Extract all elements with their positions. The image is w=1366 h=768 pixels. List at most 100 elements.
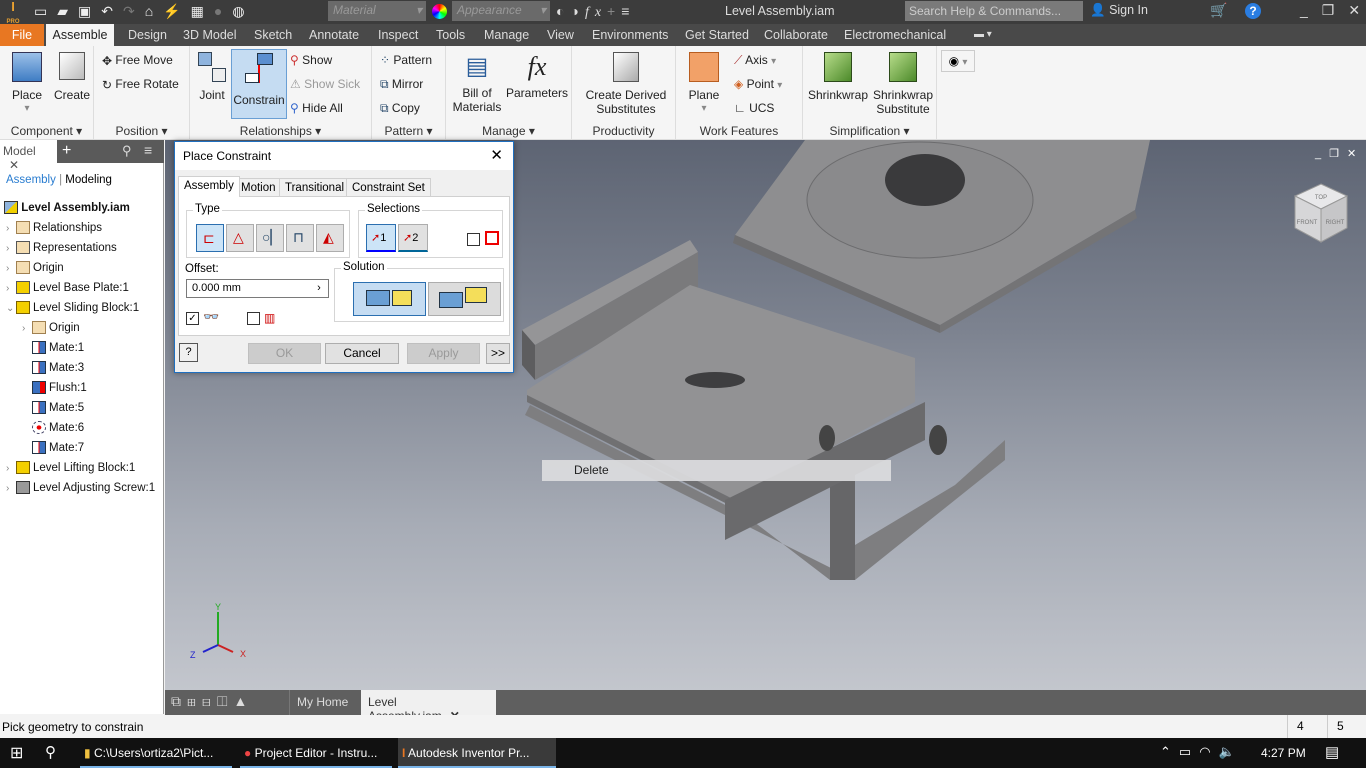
tree-item[interactable]: › Level Adjusting Screw:1 bbox=[6, 478, 155, 498]
notifications-icon[interactable]: ▤ bbox=[1325, 743, 1339, 761]
update-icon[interactable]: ⚡ bbox=[163, 3, 190, 19]
tree-root[interactable]: Level Assembly.iam bbox=[4, 198, 130, 218]
context-menu-delete[interactable]: Delete bbox=[542, 460, 891, 481]
viewport-restore[interactable]: ❐ bbox=[1329, 148, 1347, 160]
pattern-button[interactable]: ⁘ Pattern bbox=[380, 51, 432, 69]
new-icon[interactable]: ▭ bbox=[34, 3, 57, 19]
tab-level-assembly[interactable]: Level Assembly.iam✕ bbox=[361, 690, 496, 723]
plus-icon[interactable]: + bbox=[607, 3, 621, 19]
mode-modeling[interactable]: Modeling bbox=[65, 174, 112, 186]
tab-electromechanical[interactable]: Electromechanical bbox=[842, 24, 948, 46]
chevron-right-icon[interactable]: › bbox=[6, 259, 16, 279]
create-derived-substitutes-button[interactable]: Create Derived Substitutes bbox=[578, 52, 674, 116]
tree-item[interactable]: › Representations bbox=[6, 238, 117, 258]
chevron-down-icon[interactable]: ⌄ bbox=[6, 299, 16, 319]
first-part-checkbox[interactable] bbox=[467, 233, 480, 246]
adjust-icon[interactable]: ◐ bbox=[556, 3, 570, 19]
cart-icon[interactable]: 🛒 bbox=[1210, 2, 1227, 19]
show-button[interactable]: ⚲ Show bbox=[290, 51, 332, 69]
arrange-up-icon[interactable]: ▲ bbox=[233, 693, 253, 709]
tree-item[interactable]: ⌄ Level Sliding Block:1 bbox=[6, 298, 139, 318]
tab-tools[interactable]: Tools bbox=[434, 24, 467, 46]
battery-icon[interactable]: ▭ bbox=[1179, 744, 1199, 759]
shrinkwrap-substitute-button[interactable]: Shrinkwrap Substitute bbox=[871, 52, 935, 116]
restore-button[interactable]: ❐ bbox=[1322, 2, 1349, 18]
mirror-button[interactable]: ⧉ Mirror bbox=[380, 75, 423, 93]
open-icon[interactable]: ▰ bbox=[57, 3, 78, 19]
tab-transitional[interactable]: Transitional bbox=[279, 178, 351, 197]
bill-of-materials-button[interactable]: ▤ Bill of Materials bbox=[450, 52, 504, 114]
type-symmetry-button[interactable]: ◭ bbox=[316, 224, 344, 252]
tab-annotate[interactable]: Annotate bbox=[307, 24, 361, 46]
apply-button[interactable]: Apply bbox=[407, 343, 480, 364]
tab-constraint-set[interactable]: Constraint Set bbox=[346, 178, 431, 197]
fx-icon[interactable]: fx bbox=[585, 5, 607, 20]
axis-button[interactable]: ⟋ Axis ▾ bbox=[734, 51, 776, 69]
copy-button[interactable]: ⧉ Copy bbox=[380, 99, 420, 117]
tree-item[interactable]: › Origin bbox=[22, 318, 80, 338]
tree-item[interactable]: › Level Lifting Block:1 bbox=[6, 458, 135, 478]
lifting-block-part[interactable] bbox=[733, 140, 1150, 333]
minimize-button[interactable]: _ bbox=[1300, 2, 1322, 18]
clear-appearance-icon[interactable]: ◑ bbox=[570, 3, 584, 19]
tab-assemble[interactable]: Assemble bbox=[46, 24, 114, 46]
joint-button[interactable]: Joint bbox=[194, 52, 230, 102]
appearance-icon[interactable] bbox=[432, 4, 447, 19]
vertical-icon[interactable]: ◫ bbox=[217, 693, 234, 709]
panel-title[interactable]: Manage ▾ bbox=[446, 124, 571, 138]
solution-mate-button[interactable] bbox=[353, 282, 426, 316]
tree-item[interactable]: › Origin bbox=[6, 258, 64, 278]
tab-motion[interactable]: Motion bbox=[235, 178, 282, 197]
chevron-right-icon[interactable]: › bbox=[6, 459, 16, 479]
chevron-up-icon[interactable]: ⌃ bbox=[1160, 744, 1179, 759]
offset-arrow-button[interactable]: › bbox=[310, 280, 328, 297]
tab-collaborate[interactable]: Collaborate bbox=[762, 24, 830, 46]
chevron-right-icon[interactable]: › bbox=[6, 239, 16, 259]
sign-in-button[interactable]: 👤 Sign In bbox=[1090, 3, 1148, 18]
clock[interactable]: 4:27 PM bbox=[1261, 746, 1306, 760]
selection-1-button[interactable]: ➚1 bbox=[366, 224, 396, 252]
plane-button[interactable]: Plane ▾ bbox=[684, 52, 724, 116]
selection-2-button[interactable]: ➚2 bbox=[398, 224, 428, 252]
taskbar-item-chrome[interactable]: ● Project Editor - Instru... bbox=[240, 738, 392, 768]
undo-icon[interactable]: ↶ bbox=[101, 3, 123, 19]
constrain-button[interactable]: Constrain bbox=[231, 49, 287, 119]
chevron-right-icon[interactable]: › bbox=[22, 319, 32, 339]
expand-button[interactable]: >> bbox=[486, 343, 510, 364]
tab-manage[interactable]: Manage bbox=[482, 24, 531, 46]
cancel-button[interactable]: Cancel bbox=[325, 343, 399, 364]
tree-item[interactable]: Mate:3 bbox=[22, 358, 84, 378]
select-icon[interactable]: ▦ bbox=[191, 3, 214, 19]
place-button[interactable]: Place ▾ bbox=[6, 52, 48, 116]
panel-title[interactable]: Component ▾ bbox=[0, 124, 93, 138]
dialog-titlebar[interactable]: Place Constraint ✕ bbox=[175, 142, 513, 170]
type-insert-button[interactable]: ⊓ bbox=[286, 224, 314, 252]
tree-item[interactable]: › Relationships bbox=[6, 218, 102, 238]
cascade-icon[interactable]: ⧉ bbox=[171, 693, 187, 709]
search-icon[interactable]: ⚲ bbox=[45, 743, 56, 761]
tab-environments[interactable]: Environments bbox=[590, 24, 670, 46]
tree-item[interactable]: Flush:1 bbox=[22, 378, 87, 398]
menu-icon[interactable]: ≡ bbox=[144, 142, 152, 158]
tab-file[interactable]: File bbox=[0, 24, 44, 46]
home-icon[interactable]: ⌂ bbox=[145, 3, 163, 19]
tile-icon[interactable]: ⊞ bbox=[187, 693, 202, 709]
type-tangent-button[interactable]: ○▏ bbox=[256, 224, 284, 252]
help-button[interactable]: ? bbox=[179, 343, 198, 362]
close-button[interactable]: ✕ bbox=[1348, 2, 1366, 18]
free-move-button[interactable]: ✥ Free Move bbox=[102, 51, 173, 69]
hide-all-button[interactable]: ⚲ Hide All bbox=[290, 99, 343, 117]
ribbon-minimize-icon[interactable]: ▬ ▾ bbox=[972, 24, 994, 46]
tab-inspect[interactable]: Inspect bbox=[376, 24, 420, 46]
viewcube[interactable]: TOP FRONT RIGHT bbox=[1293, 182, 1349, 244]
tab-view[interactable]: View bbox=[545, 24, 576, 46]
panel-title[interactable]: Position ▾ bbox=[94, 124, 189, 138]
tab-design[interactable]: Design bbox=[126, 24, 169, 46]
type-mate-button[interactable]: ⊏ bbox=[196, 224, 224, 252]
panel-title[interactable]: Pattern ▾ bbox=[372, 124, 445, 138]
add-tab-icon[interactable]: + bbox=[62, 142, 71, 160]
viewport-close[interactable]: ✕ bbox=[1347, 148, 1364, 160]
tab-my-home[interactable]: My Home bbox=[289, 690, 355, 715]
parameters-button[interactable]: fx Parameters bbox=[506, 52, 568, 100]
viewcube-front[interactable]: FRONT bbox=[1297, 220, 1318, 226]
